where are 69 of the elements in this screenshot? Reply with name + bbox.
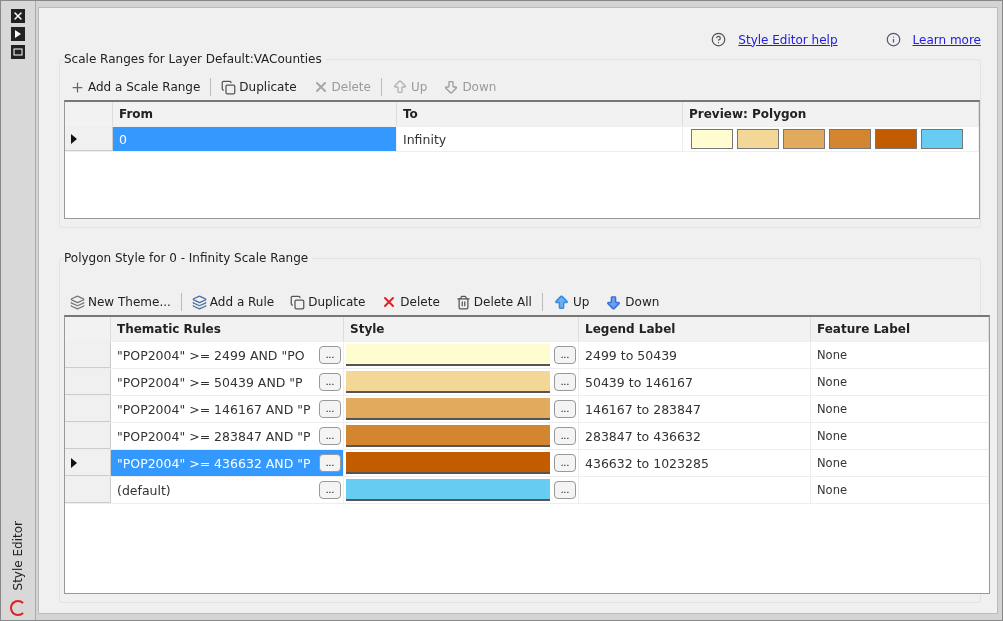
palette-title: Style Editor	[11, 520, 25, 590]
trash-icon	[455, 294, 471, 310]
column-header[interactable]: Legend Label	[579, 317, 811, 341]
column-header[interactable]: Style	[344, 317, 579, 341]
row-pointer-icon	[71, 457, 77, 468]
toolbar-button[interactable]: Up	[546, 293, 596, 311]
info-icon	[885, 32, 901, 47]
plus-icon	[70, 79, 85, 95]
toolbar-button[interactable]: Add a Rule	[185, 294, 281, 310]
down-arrow-icon	[605, 293, 623, 311]
up-arrow-icon	[391, 79, 408, 95]
layers-icon	[70, 294, 85, 310]
help-link[interactable]: Learn more	[912, 32, 981, 47]
toolbar-button[interactable]: Down	[599, 293, 666, 311]
browse-button[interactable]: ...	[319, 400, 341, 418]
browse-button[interactable]: ...	[319, 346, 341, 364]
feature-label[interactable]: None	[817, 429, 988, 443]
browse-button[interactable]: ...	[554, 373, 576, 391]
browse-button[interactable]: ...	[554, 346, 576, 364]
down-arrow-icon	[443, 79, 460, 95]
browse-button[interactable]: ...	[554, 454, 576, 472]
rule-text[interactable]: "POP2004" >= 146167 AND "P	[117, 401, 315, 417]
up-arrow-icon	[552, 293, 570, 311]
rule-text[interactable]: (default)	[117, 482, 315, 498]
column-header[interactable]: Thematic Rules	[111, 317, 344, 341]
panel-icon[interactable]	[11, 45, 25, 59]
feature-label[interactable]: None	[817, 483, 988, 497]
rule-text[interactable]: "POP2004" >= 283847 AND "P	[117, 428, 315, 444]
help-link[interactable]: Style Editor help	[738, 32, 838, 47]
group-title: Polygon Style for 0 - Infinity Scale Range	[64, 251, 313, 265]
column-header[interactable]: Preview: Polygon	[683, 102, 979, 126]
layers-icon	[191, 294, 207, 310]
copy-icon	[221, 79, 237, 95]
browse-button[interactable]: ...	[319, 454, 341, 472]
rule-text[interactable]: "POP2004" >= 2499 AND "PO	[117, 347, 315, 363]
toolbar-button[interactable]: Delete	[375, 294, 446, 310]
browse-button[interactable]: ...	[319, 427, 341, 445]
browse-button[interactable]: ...	[554, 400, 576, 418]
play-icon[interactable]	[11, 27, 25, 41]
toolbar-button[interactable]: Add a Scale Range	[64, 79, 207, 95]
browse-button[interactable]: ...	[554, 427, 576, 445]
column-header[interactable]: To	[397, 102, 683, 126]
row-pointer-icon	[71, 133, 77, 144]
toolbar-button[interactable]: Duplicate	[215, 79, 303, 95]
toolbar-button[interactable]: New Theme...	[64, 294, 177, 310]
legend-label[interactable]: 2499 to 50439	[585, 347, 810, 363]
legend-label[interactable]: 146167 to 283847	[585, 401, 810, 417]
browse-button[interactable]: ...	[319, 373, 341, 391]
rule-text[interactable]: "POP2004" >= 50439 AND "P	[117, 374, 315, 390]
row-header[interactable]	[65, 450, 111, 476]
legend-label[interactable]: 283847 to 436632	[585, 428, 810, 444]
toolbar-button[interactable]: Delete All	[449, 294, 538, 310]
feature-label[interactable]: None	[817, 456, 988, 470]
browse-button[interactable]: ...	[554, 481, 576, 499]
help-icon	[711, 32, 727, 47]
logo-icon	[10, 600, 26, 616]
column-header[interactable]: From	[113, 102, 397, 126]
toolbar-button[interactable]: Duplicate	[284, 294, 372, 310]
group-title: Scale Ranges for Layer Default:VACounties	[64, 52, 326, 66]
feature-label[interactable]: None	[817, 375, 988, 389]
copy-icon	[290, 294, 306, 310]
feature-label[interactable]: None	[817, 348, 988, 362]
legend-label[interactable]: 50439 to 146167	[585, 374, 810, 390]
legend-label[interactable]: 436632 to 1023285	[585, 455, 810, 471]
browse-button[interactable]: ...	[319, 481, 341, 499]
row-header[interactable]	[65, 127, 113, 151]
close-button[interactable]	[11, 9, 25, 23]
feature-label[interactable]: None	[817, 402, 988, 416]
column-header[interactable]: Feature Label	[811, 317, 989, 341]
